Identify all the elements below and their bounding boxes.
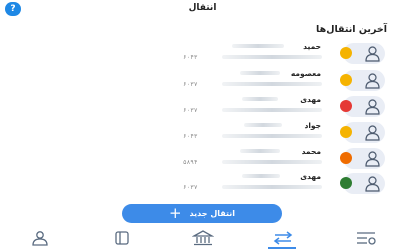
avatar — [340, 173, 385, 194]
person-icon — [365, 176, 380, 192]
top-bar: ? انتقال — [0, 0, 405, 22]
card-suffix: ۶۰۳۷ — [183, 184, 198, 191]
card-suffix: ۶۰۳۷ — [183, 81, 198, 88]
contact-name: محمد — [301, 147, 321, 156]
services-icon[interactable] — [355, 230, 377, 250]
contact-name: معصومه — [290, 69, 321, 78]
blurred-card-number — [222, 134, 322, 138]
transfer-row[interactable]: معصومه ۶۰۳۷ — [0, 69, 405, 95]
blurred-card-number — [222, 108, 322, 112]
avatar — [340, 148, 385, 169]
section-title: آخرین انتقال‌ها — [316, 24, 387, 35]
profile-icon[interactable] — [30, 230, 50, 250]
new-transfer-label: انتقال جدید — [189, 209, 236, 218]
yellow-bank-logo — [340, 47, 352, 59]
person-icon — [365, 125, 380, 141]
blurred-card-number — [222, 160, 322, 164]
page-title: انتقال — [188, 3, 217, 13]
avatar — [340, 96, 385, 117]
transfer-row[interactable]: مهدی ۶۰۳۷ — [0, 95, 405, 121]
blurred-name — [242, 174, 280, 178]
green-bank-logo — [340, 177, 352, 189]
contact-name: مهدی — [300, 95, 321, 104]
card-suffix: ۶۰۴۳ — [183, 133, 198, 140]
blurred-name — [240, 71, 280, 75]
blurred-name — [232, 44, 284, 48]
avatar — [340, 43, 385, 64]
yellow-bank-logo — [340, 74, 352, 86]
avatar — [340, 70, 385, 91]
yellow-bank-logo — [340, 126, 352, 138]
blurred-card-number — [222, 82, 322, 86]
new-transfer-button[interactable]: انتقال جدید + — [122, 204, 282, 223]
contact-name: جواد — [304, 121, 321, 130]
transfer-row[interactable]: جواد ۶۰۴۳ — [0, 121, 405, 147]
person-icon — [365, 99, 380, 115]
card-suffix: ۶۰۴۳ — [183, 54, 198, 61]
blurred-name — [240, 149, 280, 153]
transfer-row[interactable]: حمید ۶۰۴۳ — [0, 42, 405, 68]
card-suffix: ۶۰۳۷ — [183, 107, 198, 114]
blurred-name — [242, 97, 278, 101]
bank-icon[interactable] — [191, 230, 215, 250]
blurred-card-number — [222, 55, 322, 59]
contact-name: حمید — [303, 42, 321, 51]
person-icon — [365, 73, 380, 89]
person-icon — [365, 46, 380, 62]
person-icon — [365, 151, 380, 167]
cards-icon[interactable] — [112, 230, 132, 250]
bottom-nav — [0, 228, 405, 250]
avatar — [340, 122, 385, 143]
blurred-name — [244, 123, 282, 127]
help-button[interactable]: ? — [5, 2, 21, 16]
transfer-row[interactable]: مهدی ۶۰۳۷ — [0, 172, 405, 198]
blurred-card-number — [222, 185, 322, 189]
contact-name: مهدی — [300, 172, 321, 181]
orange-bank-logo — [340, 152, 352, 164]
transfer-row[interactable]: محمد ۵۸۹۴ — [0, 147, 405, 173]
plus-icon: + — [168, 204, 182, 222]
red-bank-logo — [340, 100, 352, 112]
active-tab-indicator — [268, 247, 296, 249]
card-suffix: ۵۸۹۴ — [183, 159, 198, 166]
